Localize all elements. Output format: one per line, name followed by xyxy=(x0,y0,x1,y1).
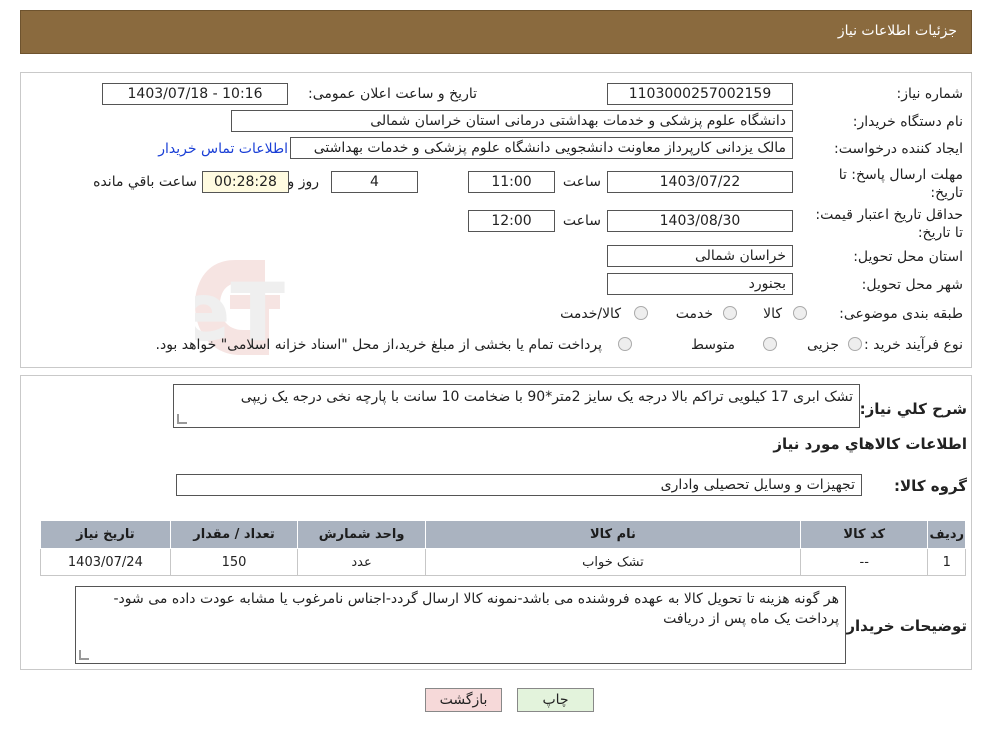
days-remaining-field[interactable]: 4 xyxy=(331,171,418,193)
buyer-notes-label: توضیحات خریدار: xyxy=(840,617,967,635)
deadline-label: مهلت ارسال پاسخ: تا تاریخ: xyxy=(838,167,963,201)
process-treasury-note: پرداخت تمام یا بخشی از مبلغ خرید،از محل … xyxy=(155,337,602,353)
cell-unit: عدد xyxy=(297,548,426,576)
need-number-field[interactable]: 1103000257002159 xyxy=(607,83,793,105)
col-row-number: رديف xyxy=(927,520,966,549)
col-item-name: نام کالا xyxy=(424,520,802,549)
buyer-contact-link[interactable]: اطلاعات تماس خریدار xyxy=(158,141,288,157)
category-radio-goods[interactable] xyxy=(793,306,807,320)
remaining-time-field[interactable]: 00:28:28 xyxy=(202,171,289,193)
province-label: استان محل تحویل: xyxy=(853,249,963,265)
category-label: طبقه بندی موضوعی: xyxy=(839,306,963,322)
category-option-goods-service: کالا/خدمت xyxy=(560,306,621,322)
buyer-notes-textarea[interactable]: هر گونه هزینه تا تحویل کالا به عهده فروش… xyxy=(75,586,846,664)
announce-datetime-label: تاریخ و ساعت اعلان عمومی: xyxy=(308,86,477,102)
cell-need-date: 1403/07/24 xyxy=(40,548,171,576)
requester-field[interactable]: مالک یزدانی کارپرداز معاونت دانشجویی دان… xyxy=(290,137,793,159)
process-option-medium: متوسط xyxy=(691,337,735,353)
table-row[interactable]: 1 -- تشک خواب عدد 150 1403/07/24 xyxy=(40,548,966,576)
summary-text: تشک ابری 17 کیلویی تراکم بالا درجه یک سا… xyxy=(240,389,853,405)
price-validity-date-field[interactable]: 1403/08/30 xyxy=(607,210,793,232)
cell-quantity: 150 xyxy=(169,548,299,576)
price-validity-time-field[interactable]: 12:00 xyxy=(468,210,555,232)
col-quantity: تعداد / مقدار xyxy=(169,520,299,549)
announce-datetime-field[interactable]: 1403/07/18 - 10:16 xyxy=(102,83,288,105)
requester-label: ایجاد کننده درخواست: xyxy=(834,141,963,157)
goods-info-title: اطلاعات کالاهاي مورد نياز xyxy=(773,435,967,453)
city-field[interactable]: بجنورد xyxy=(607,273,793,295)
col-unit: واحد شمارش xyxy=(297,520,426,549)
need-number-label: شماره نیاز: xyxy=(896,86,964,102)
cell-item-name: تشک خواب xyxy=(424,548,802,576)
buyer-org-label: نام دستگاه خریدار: xyxy=(852,114,963,130)
page-title: جزئیات اطلاعات نیاز xyxy=(837,23,957,39)
city-label: شهر محل تحویل: xyxy=(861,277,963,293)
buyer-org-field[interactable]: دانشگاه علوم پزشکی و خدمات بهداشتی درمان… xyxy=(231,110,793,132)
summary-label: شرح کلي نياز: xyxy=(859,400,967,418)
process-treasury-checkbox[interactable] xyxy=(618,337,632,351)
deadline-time-label: ساعت xyxy=(562,174,601,190)
price-validity-label: حداقل تاریخ اعتبار قیمت: تا تاریخ: xyxy=(815,207,963,241)
goods-table: رديف کد کالا نام کالا واحد شمارش تعداد /… xyxy=(40,520,966,576)
province-field[interactable]: خراسان شمالی xyxy=(607,245,793,267)
summary-textarea[interactable]: تشک ابری 17 کیلویی تراکم بالا درجه یک سا… xyxy=(173,384,860,428)
process-radio-medium[interactable] xyxy=(763,337,777,351)
category-radio-goods-service[interactable] xyxy=(634,306,648,320)
deadline-date-field[interactable]: 1403/07/22 xyxy=(607,171,793,193)
back-button[interactable]: بازگشت xyxy=(425,688,502,712)
price-validity-time-label: ساعت xyxy=(562,213,601,229)
page-header: جزئیات اطلاعات نیاز xyxy=(20,10,972,54)
buyer-notes-text: هر گونه هزینه تا تحویل کالا به عهده فروش… xyxy=(113,591,840,627)
cell-item-code: -- xyxy=(800,548,929,576)
col-item-code: کد کالا xyxy=(800,520,929,549)
process-type-label: نوع فرآیند خرید : xyxy=(864,337,963,353)
cell-row-number: 1 xyxy=(927,548,966,576)
goods-group-field[interactable]: تجهیزات و وسایل تحصیلی واداری xyxy=(176,474,862,496)
category-option-goods: کالا xyxy=(763,306,782,322)
days-label: روز و xyxy=(287,174,320,190)
category-radio-service[interactable] xyxy=(723,306,737,320)
remaining-time-label: ساعت باقي مانده xyxy=(93,174,197,190)
resize-handle-icon[interactable] xyxy=(79,650,89,660)
process-option-minor: جزیی xyxy=(807,337,839,353)
process-radio-minor[interactable] xyxy=(848,337,862,351)
category-option-service: خدمت xyxy=(675,306,713,322)
col-need-date: تاريخ نياز xyxy=(40,520,171,549)
resize-handle-icon[interactable] xyxy=(177,414,187,424)
print-button[interactable]: چاپ xyxy=(517,688,594,712)
deadline-time-field[interactable]: 11:00 xyxy=(468,171,555,193)
goods-table-header: رديف کد کالا نام کالا واحد شمارش تعداد /… xyxy=(40,520,966,549)
goods-group-label: گروه کالا: xyxy=(894,477,967,495)
